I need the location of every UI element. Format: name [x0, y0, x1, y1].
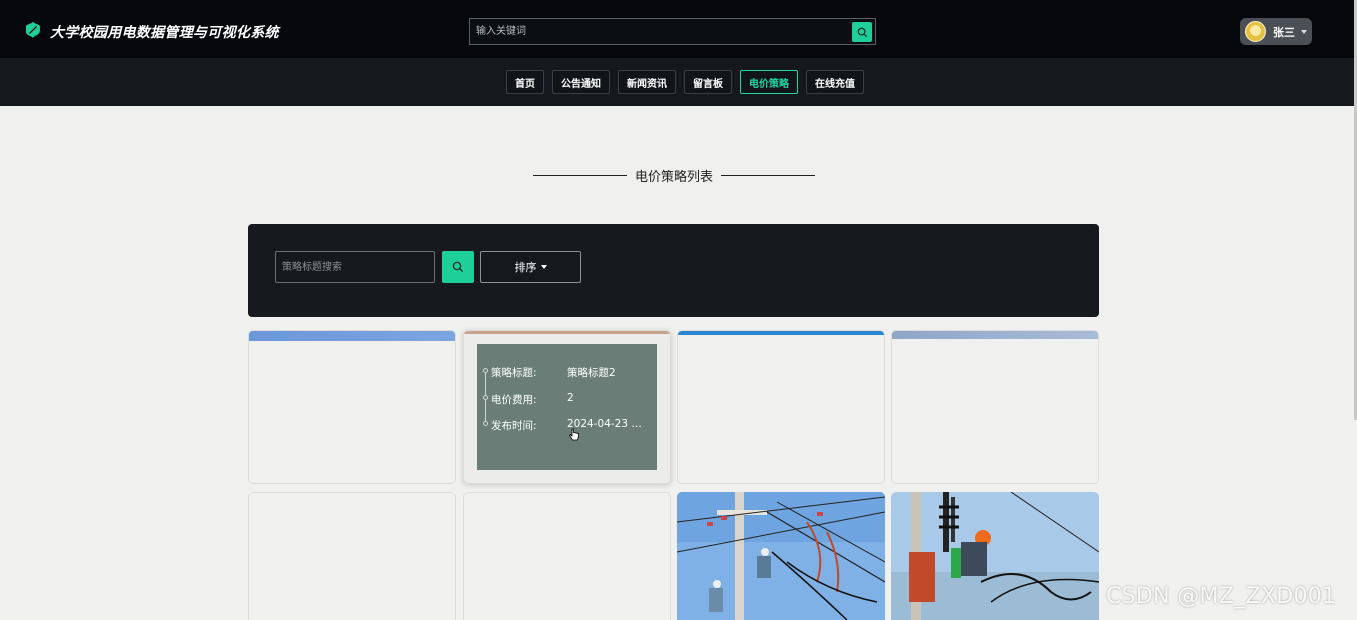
page-title: 电价策略列表 [635, 169, 714, 185]
title-divider-left [533, 174, 627, 176]
nav-item-notices[interactable]: 公告通知 [552, 70, 610, 94]
price-value: 2 [567, 392, 574, 404]
card-image-strip [892, 331, 1098, 339]
publish-time-label: 发布时间: [491, 420, 537, 432]
header-search [469, 18, 876, 45]
card-hover-overlay[interactable]: 策略标题: 策略标题2 电价费用: 2 发布时间: 2024-04-23 1..… [477, 344, 657, 470]
sort-label: 排序 [514, 261, 537, 274]
filter-panel: 排序 [248, 224, 1099, 317]
card-image-strip [464, 331, 670, 334]
logo-icon [25, 21, 41, 39]
timeline-dot [483, 368, 488, 373]
search-icon [452, 261, 464, 273]
main-nav: 首页 公告通知 新闻资讯 留言板 电价策略 在线充值 [0, 58, 1357, 106]
strategy-card-image[interactable] [891, 492, 1099, 620]
strategy-search-button[interactable] [442, 251, 474, 283]
strategy-card-image[interactable] [677, 492, 885, 620]
hand-cursor-icon [569, 428, 579, 441]
card-image-strip [678, 331, 884, 335]
strategy-card[interactable]: 策略标题: 策略标题2 电价费用: 2 发布时间: 2024-04-23 1..… [463, 330, 671, 484]
header-search-button[interactable] [852, 22, 872, 42]
power-line-worker-image [677, 492, 885, 620]
nav-item-recharge[interactable]: 在线充值 [806, 70, 864, 94]
power-line-worker-image [891, 492, 1099, 620]
publish-time-value: 2024-04-23 1... [567, 418, 647, 430]
top-header: 大学校园用电数据管理与可视化系统 张三 [0, 0, 1357, 58]
header-search-input[interactable] [470, 19, 850, 44]
strategy-card[interactable] [677, 330, 885, 484]
nav-item-price-strategy[interactable]: 电价策略 [740, 70, 798, 94]
strategy-search-input[interactable] [275, 251, 435, 283]
user-name: 张三 [1273, 25, 1295, 39]
price-label: 电价费用: [491, 394, 537, 406]
nav-item-news[interactable]: 新闻资讯 [618, 70, 676, 94]
strategy-title-label: 策略标题: [491, 367, 537, 379]
strategy-title-value: 策略标题2 [567, 367, 616, 379]
title-divider-right [721, 174, 816, 176]
watermark: CSDN @MZ_ZXD001 [1106, 584, 1337, 609]
nav-item-home[interactable]: 首页 [506, 70, 544, 94]
avatar [1245, 21, 1266, 42]
strategy-card[interactable] [891, 330, 1099, 484]
chevron-down-icon [540, 265, 547, 269]
chevron-down-icon [1301, 29, 1307, 34]
search-icon [857, 27, 867, 37]
user-menu-button[interactable]: 张三 [1240, 18, 1312, 45]
timeline-dot [483, 421, 488, 426]
site-title[interactable]: 大学校园用电数据管理与可视化系统 [50, 22, 279, 42]
strategy-card[interactable] [463, 492, 671, 620]
strategy-card[interactable] [248, 492, 456, 620]
card-image-strip [249, 331, 455, 341]
timeline-dot [483, 395, 488, 400]
nav-item-messages[interactable]: 留言板 [684, 70, 732, 94]
section-title: 电价策略列表 [533, 166, 816, 185]
sort-dropdown-button[interactable]: 排序 [480, 251, 581, 283]
strategy-card[interactable] [248, 330, 456, 484]
